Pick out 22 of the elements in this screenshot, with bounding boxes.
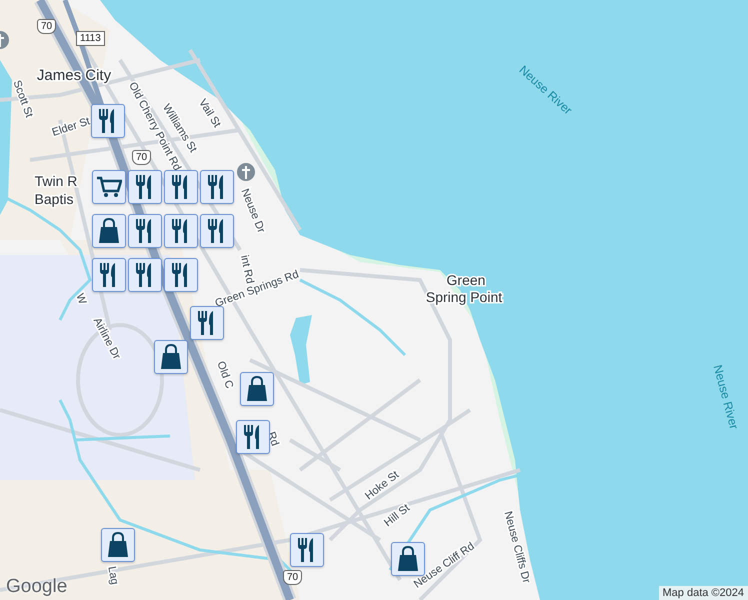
place-label: Twin R <box>34 173 78 189</box>
street-label: Neuse Dr <box>238 187 268 235</box>
water-label: Neuse River <box>710 363 742 431</box>
map-attribution: Map data ©2024 <box>658 586 748 600</box>
route-shield: 70 <box>283 570 302 585</box>
place-label: James City <box>36 67 112 84</box>
street-label: Elder St <box>50 115 92 139</box>
street-label: Scott St <box>10 78 36 120</box>
street-label: Neuse Cliffs Dr <box>502 510 532 584</box>
street-label: Airline Dr <box>90 316 123 362</box>
street-label: Hill St <box>382 502 412 530</box>
street-label: W <box>73 292 88 306</box>
place-label: Spring Point <box>426 289 502 305</box>
place-label: Green <box>446 272 486 288</box>
route-shield: 1113 <box>76 31 105 46</box>
place-label: Baptis <box>34 191 74 207</box>
street-label: Lag <box>105 565 120 586</box>
google-logo: Google <box>6 576 68 598</box>
street-label: Vail St <box>196 97 223 130</box>
street-label: Old C <box>214 360 236 390</box>
route-shield: 70 <box>37 19 56 34</box>
route-shield: 70 <box>132 150 152 165</box>
